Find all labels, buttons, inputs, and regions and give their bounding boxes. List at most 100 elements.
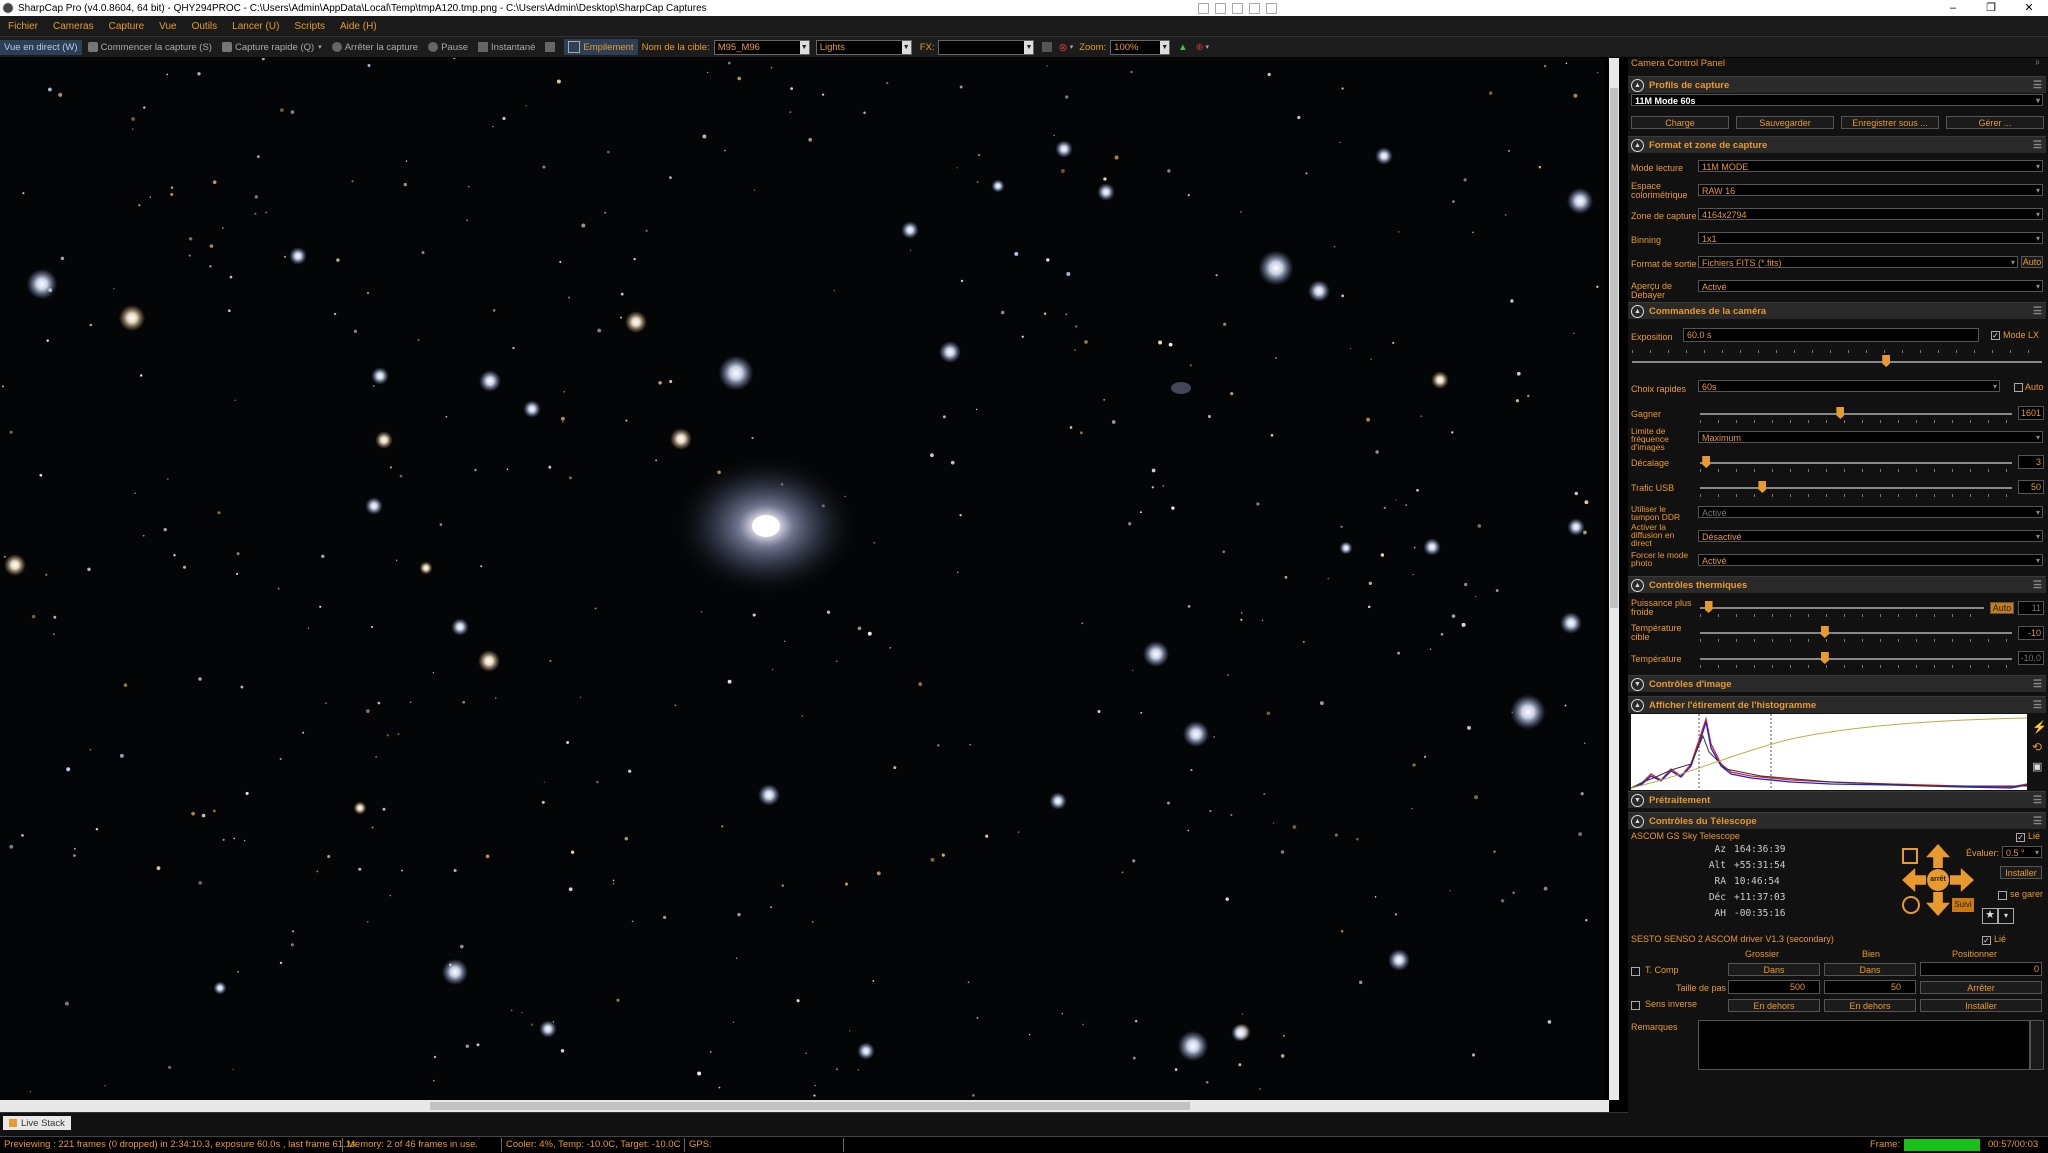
notes-textarea[interactable] [1698,1020,2030,1070]
settings-tool-button[interactable] [541,40,562,54]
target-temp-slider[interactable] [1700,626,2012,638]
reverse-checkbox[interactable] [1631,1001,1640,1010]
telescope-linked-checkbox[interactable]: ✓ [2016,833,2025,842]
manage-profiles-button[interactable]: Gérer ... [1946,116,2044,129]
menu-scripts[interactable]: Scripts [294,21,325,32]
chevron-down-icon[interactable]: ▾ [1206,43,1210,51]
reticle-icon[interactable]: ⊗ [1058,41,1067,54]
lightning-icon[interactable]: ⚡ [2032,720,2047,734]
save-profile-button[interactable]: Sauvegarder [1736,116,1834,129]
tracking-button[interactable]: Suivi [1952,898,1974,912]
quick-picks-select[interactable]: 60s ▾ [1698,380,2000,392]
menu-run[interactable]: Lancer (U) [232,21,279,32]
fine-step-input[interactable]: 50 [1824,980,1916,994]
focuser-linked-checkbox[interactable]: ✓ [1982,936,1991,945]
star-icon[interactable]: ★ [1982,908,1998,924]
capture-area-select[interactable]: 4164x2794 ▾ [1698,208,2043,220]
quick-auto-checkbox[interactable] [2014,383,2023,392]
tcomp-checkbox[interactable] [1631,967,1640,976]
menu-icon[interactable]: ☰ [2033,580,2042,591]
stacking-button[interactable]: Empilement [564,39,638,55]
slew-rate-select[interactable]: 0.5 ° ▾ [2002,846,2042,858]
menu-icon[interactable]: ☰ [2033,80,2042,91]
maximize-button[interactable]: ❐ [1972,0,2010,16]
scroll-thumb[interactable] [430,1102,1190,1110]
menu-icon[interactable]: ☰ [2033,306,2042,317]
menu-view[interactable]: Vue [159,21,176,32]
focus-out-coarse-button[interactable]: En dehors [1728,999,1820,1012]
scroll-thumb[interactable] [1610,88,1618,608]
readout-mode-select[interactable]: 11M MODE ▾ [1698,160,2043,172]
telescope-setup-button[interactable]: Installer [2000,866,2042,879]
framerate-select[interactable]: Maximum ▾ [1698,431,2043,443]
focuser-stop-button[interactable]: Arrêter [1920,981,2042,994]
stop-capture-button[interactable]: Arrêter la capture [328,40,422,55]
horizontal-scrollbar[interactable] [0,1100,1609,1112]
minimize-button[interactable]: – [1934,0,1972,16]
snapshot-button[interactable]: Instantané [474,40,539,55]
fx-select[interactable]: ▼ [938,39,1035,55]
exposure-slider[interactable] [1632,355,2042,367]
crosshair-icon[interactable] [1902,896,1920,914]
save-icon[interactable]: ▣ [2032,760,2042,773]
color-space-select[interactable]: RAW 16 ▾ [1698,184,2043,196]
thermal-section-header[interactable]: ▲ Contrôles thermiques ☰ [1628,576,2046,593]
profiles-section-header[interactable]: ▲ Profils de capture ☰ [1628,76,2046,93]
menu-file[interactable]: Fichier [8,21,38,32]
arrow-right-icon[interactable] [1950,868,1974,892]
slider-knob[interactable] [1702,456,1711,468]
chevron-down-icon[interactable]: ▾ [1070,43,1074,51]
offset-input[interactable]: 3 [2018,455,2044,469]
menu-cameras[interactable]: Cameras [53,21,94,32]
load-profile-button[interactable]: Charge [1631,116,1729,129]
lx-mode-checkbox[interactable]: ✓ [1991,331,2000,340]
stop-slew-button[interactable]: arrêt [1927,869,1949,891]
gain-input[interactable]: 1601 [2018,406,2044,420]
offset-slider[interactable] [1700,456,2012,468]
menu-icon[interactable]: ☰ [2033,140,2042,151]
histogram-chart[interactable] [1631,714,2027,790]
slider-knob[interactable] [1882,355,1891,367]
menu-icon[interactable]: ☰ [2033,795,2042,806]
image-controls-header[interactable]: ▼ Contrôles d'image ☰ [1628,675,2046,692]
live-stack-tab[interactable]: Live Stack [3,1116,71,1130]
output-format-select[interactable]: Fichiers FITS (*.fits) ▾ [1698,256,2018,268]
frame-type-select[interactable]: Lights ▼ [815,39,912,55]
ddr-buffer-select[interactable]: Activé ▾ [1698,506,2043,518]
target-temp-input[interactable]: -10 [2018,626,2044,640]
profile-select[interactable]: 11M Mode 60s ▾ [1631,94,2043,106]
format-section-header[interactable]: ▲ Format et zone de capture ☰ [1628,136,2046,153]
menu-tools[interactable]: Outils [192,21,218,32]
histogram-section-header[interactable]: ▲ Afficher l'étirement de l'histogramme ☰ [1628,696,2046,713]
usb-traffic-input[interactable]: 50 [2018,480,2044,494]
preprocessing-header[interactable]: ▼ Prétraitement ☰ [1628,791,2046,808]
start-capture-button[interactable]: Commencer la capture (S) [84,40,216,55]
photo-mode-select[interactable]: Activé ▾ [1698,554,2043,566]
output-format-auto-button[interactable]: Auto [2021,256,2043,268]
binning-select[interactable]: 1x1 ▾ [1698,232,2043,244]
gain-slider[interactable] [1700,407,2012,419]
menu-icon[interactable]: ☰ [2033,679,2042,690]
debayer-preview-select[interactable]: Activé ▾ [1698,280,2043,292]
telescope-section-header[interactable]: ▲ Contrôles du Télescope ☰ [1628,812,2046,829]
pin-icon[interactable]: ᵖ [2036,58,2039,68]
target-name-field[interactable]: M95_M96 ▼ [713,39,810,55]
broadcast-select[interactable]: Désactivé ▾ [1698,530,2043,542]
focus-in-fine-button[interactable]: Dans [1824,963,1916,976]
reset-icon[interactable]: ⟲ [2032,740,2042,754]
cooler-power-input[interactable]: 11 [2018,601,2044,615]
zoom-tool-icon[interactable]: ⊕ [1196,42,1204,53]
arrow-down-icon[interactable] [1926,892,1950,916]
menu-icon[interactable]: ☰ [2033,816,2042,827]
pause-button[interactable]: Pause [424,40,472,55]
focuser-setup-button[interactable]: Installer [1920,999,2042,1012]
arrow-up-icon[interactable] [1926,844,1950,868]
sync-icon[interactable] [1902,848,1918,864]
focus-in-coarse-button[interactable]: Dans [1728,963,1820,976]
close-button[interactable]: ✕ [2010,0,2048,16]
slider-knob[interactable] [1704,601,1713,613]
exposure-input[interactable]: 60.0 s [1683,328,1979,342]
menu-help[interactable]: Aide (H) [340,21,377,32]
park-checkbox[interactable] [1998,891,2007,900]
cooler-power-slider[interactable] [1700,601,1984,613]
